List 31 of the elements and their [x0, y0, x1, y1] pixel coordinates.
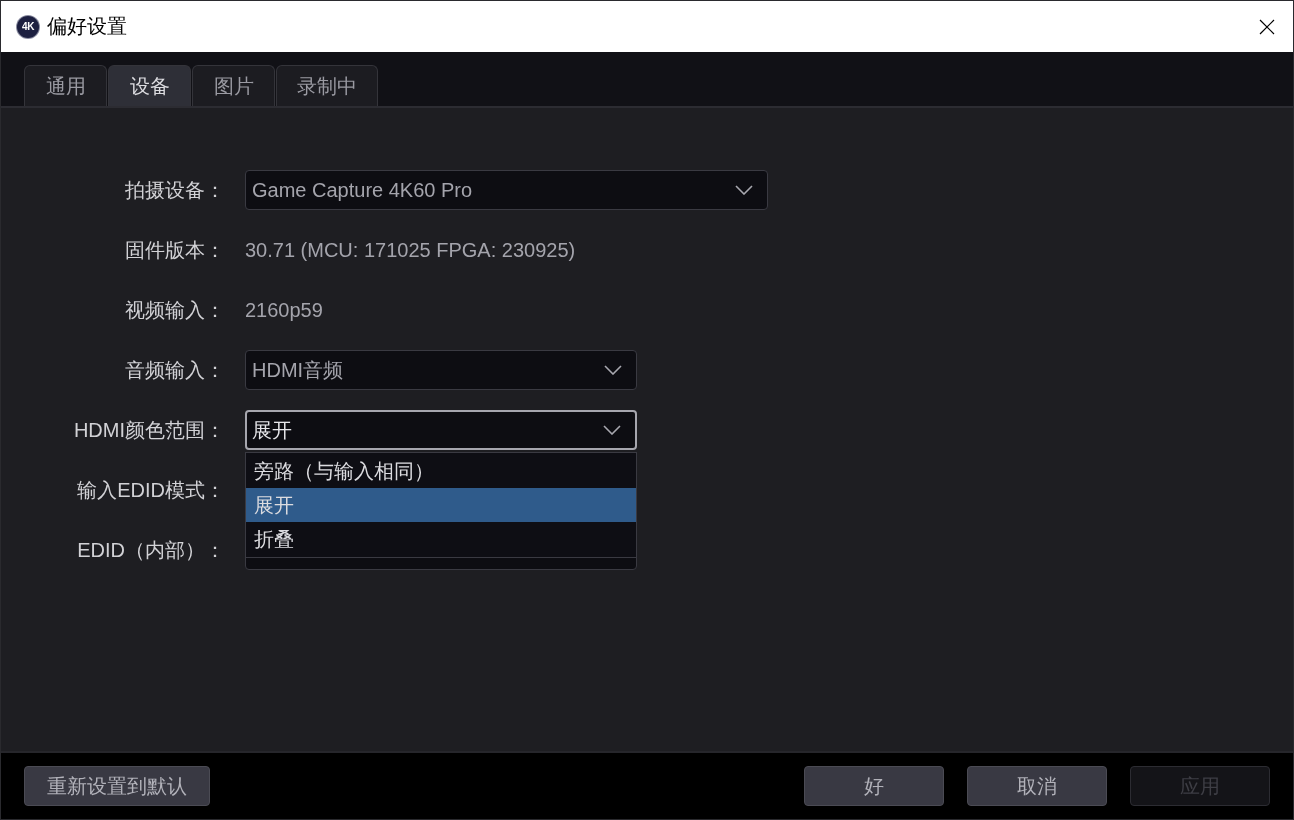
chevron-down-icon	[735, 185, 753, 195]
app-logo: 4K	[17, 15, 39, 38]
dialog-button[interactable]: 取消	[967, 766, 1107, 806]
setting-label: 音频输入：	[124, 357, 225, 383]
setting-label: 输入EDID模式：	[76, 477, 225, 503]
tab[interactable]: 设备	[108, 65, 191, 106]
dropdown-field[interactable]: HDMI音频	[245, 350, 637, 390]
dialog-button[interactable]: 好	[804, 766, 944, 806]
tab[interactable]: 录制中	[276, 65, 378, 106]
dropdown-option[interactable]: 折叠	[246, 522, 636, 556]
close-icon	[1259, 18, 1275, 35]
tab[interactable]: 图片	[192, 65, 275, 106]
setting-label: 固件版本：	[124, 237, 225, 263]
field-value: 展开	[252, 417, 292, 443]
dropdown-field[interactable]: 展开	[245, 410, 637, 450]
setting-label: 视频输入：	[124, 297, 225, 323]
reset-button[interactable]: 重新设置到默认	[24, 766, 210, 806]
setting-value: 30.71 (MCU: 171025 FPGA: 230925)	[245, 238, 576, 262]
chevron-down-icon	[604, 365, 622, 375]
field-value: HDMI音频	[252, 357, 344, 383]
chevron-down-icon	[603, 425, 621, 435]
window-title: 偏好设置	[47, 14, 127, 39]
setting-label: HDMI颜色范围：	[72, 417, 225, 443]
setting-value: 2160p59	[245, 298, 323, 322]
dropdown-field[interactable]: Game Capture 4K60 Pro	[245, 170, 768, 210]
setting-label: 拍摄设备：	[124, 177, 225, 203]
setting-label: EDID（内部）：	[76, 537, 225, 563]
dropdown-option[interactable]: 旁路（与输入相同）	[246, 454, 636, 488]
field-value: Game Capture 4K60 Pro	[252, 178, 473, 202]
tab[interactable]: 通用	[24, 65, 107, 106]
dropdown-option[interactable]: 展开	[246, 488, 636, 522]
